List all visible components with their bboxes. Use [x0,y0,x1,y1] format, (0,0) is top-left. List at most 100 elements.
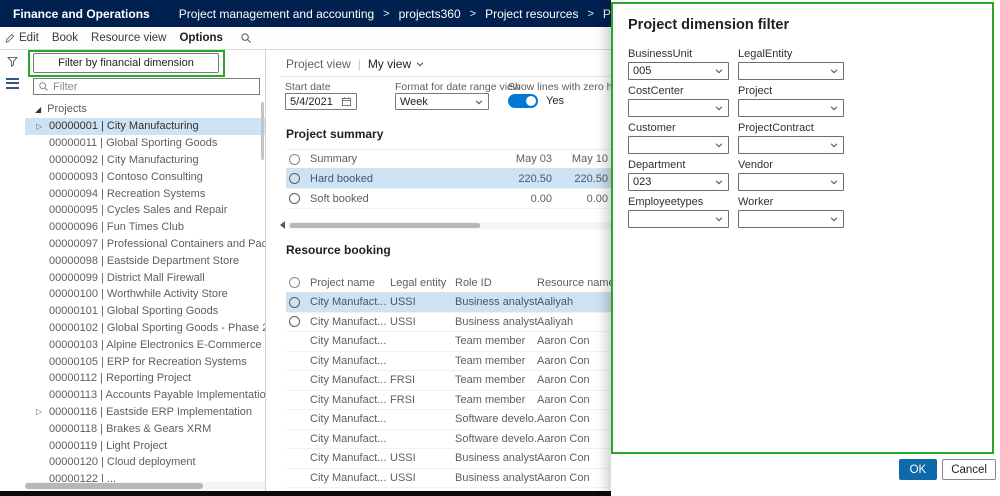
tree-item[interactable]: ▷ 00000098 | Eastside Department Store [25,252,265,269]
summary-name-cell: Hard booked [310,172,373,185]
tree-item[interactable]: ▷ 00000099 | District Mall Firewall [25,269,265,286]
breadcrumb-item[interactable]: Project management and accounting [179,7,374,21]
tree-item[interactable]: ▷ 00000101 | Global Sporting Goods [25,303,265,320]
tree-item[interactable]: ▷ 00000120 | Cloud deployment [25,454,265,471]
ok-button[interactable]: OK [898,459,938,480]
dimension-select[interactable]: 005 [628,62,729,80]
row-radio[interactable] [289,316,300,328]
edit-button[interactable]: Edit [4,32,39,44]
booking-row[interactable]: City Manufact... Software develo... Aaro… [286,430,642,449]
scrollbar-thumb[interactable] [25,483,203,489]
dimension-select[interactable]: 023 [628,173,729,191]
column-header-project-name[interactable]: Project name [310,277,390,289]
tree-root-projects[interactable]: ◢ Projects [25,100,265,118]
view-selector[interactable]: My view [368,57,425,71]
tree-item[interactable]: ▷ 00000011 | Global Sporting Goods [25,135,265,152]
cancel-button[interactable]: Cancel [942,459,996,480]
booking-row[interactable]: City Manufact... Software develo... Aaro… [286,410,642,430]
row-radio[interactable] [289,193,300,204]
dimension-select[interactable] [628,99,729,117]
tree-item[interactable]: ▷ 00000105 | ERP for Recreation Systems [25,353,265,370]
tree-item[interactable]: ▷ 00000001 | City Manufacturing [25,118,265,135]
book-button[interactable]: Book [52,32,78,44]
summary-horizontal-scrollbar[interactable] [280,221,616,229]
dimension-field: Employeetypes [628,196,729,228]
resource-view-button[interactable]: Resource view [91,32,166,44]
select-all-radio[interactable] [289,153,300,165]
breadcrumb-item[interactable]: projects360 [399,7,461,21]
tree-item[interactable]: ▷ 00000095 | Cycles Sales and Repair [25,202,265,219]
tree-item[interactable]: ▷ 00000092 | City Manufacturing [25,152,265,169]
tree-item[interactable]: ▷ 00000093 | Contoso Consulting [25,168,265,185]
booking-row[interactable]: City Manufact... USSI Business analyst A… [286,449,642,469]
filter-funnel-icon[interactable] [0,50,25,72]
tree-item[interactable]: ▷ 00000118 | Brakes & Gears XRM [25,420,265,437]
tree-item[interactable]: ▷ 00000112 | Reporting Project [25,370,265,387]
dimension-field-label: ProjectContract [738,122,814,134]
tree-vertical-scrollbar[interactable] [261,102,264,160]
resource-booking-heading: Resource booking [286,243,391,257]
tree-item[interactable]: ▷ 00000119 | Light Project [25,437,265,454]
dimension-select[interactable] [738,62,844,80]
booking-row[interactable]: City Manufact... FRSI Team member Aaron … [286,391,642,410]
summary-may10-cell: 0.00 [586,192,608,205]
row-radio[interactable] [289,296,300,308]
dimension-field-label: Customer [628,122,676,134]
scroll-left-arrow-icon[interactable] [280,221,285,229]
filter-by-financial-dimension-button[interactable]: Filter by financial dimension [33,53,219,73]
tree-filter-input[interactable] [53,80,255,93]
column-header-role-id[interactable]: Role ID [455,277,537,289]
tree-root-label: Projects [47,103,87,115]
column-header-summary[interactable]: Summary [310,153,478,165]
column-header-legal-entity[interactable]: Legal entity [390,277,455,289]
booking-row[interactable]: City Manufact... Team member Aaron Con [286,352,642,371]
dimension-select[interactable] [628,210,729,228]
booking-row[interactable]: City Manufact... USSI Business analyst A… [286,469,642,488]
booking-row[interactable]: City Manufact... FRSI Team member Aaron … [286,371,642,391]
row-radio[interactable] [289,173,300,184]
summary-row[interactable]: Soft booked 0.00 0.00 [286,189,616,209]
tree-item[interactable]: ▷ 00000116 | Eastside ERP Implementation [25,404,265,421]
start-date-value[interactable] [290,95,337,108]
search-icon[interactable] [240,32,252,44]
tree-item[interactable]: ▷ 00000094 | Recreation Systems [25,185,265,202]
column-header-may03[interactable]: May 03 [478,153,564,165]
dimension-select[interactable] [738,173,844,191]
tree-item[interactable]: ▷ 00000113 | Accounts Payable Implementa… [25,387,265,404]
tree-item[interactable]: ▷ 00000097 | Professional Containers and… [25,236,265,253]
select-all-radio[interactable] [289,277,300,288]
expand-arrow-icon[interactable]: ▷ [36,122,42,131]
start-date-input[interactable] [285,93,357,110]
legal-entity-cell: USSI [390,471,416,484]
summary-row[interactable]: Hard booked 220.50 220.50 [286,169,616,189]
zero-hours-toggle[interactable] [508,94,538,108]
booking-row[interactable]: City Manufact... USSI Business analyst A… [286,293,642,313]
calendar-icon[interactable] [341,96,352,107]
panel-toggle-icon[interactable] [0,72,25,94]
zero-hours-toggle-row: Yes [508,94,564,108]
project-name-cell: City Manufact... [310,335,387,348]
app-title[interactable]: Finance and Operations [0,7,163,21]
dimension-select[interactable] [738,136,844,154]
tree-horizontal-scrollbar[interactable] [25,482,265,490]
column-header-may10[interactable]: May 10 [564,153,612,165]
tree-item[interactable]: ▷ 00000103 | Alpine Electronics E-Commer… [25,336,265,353]
tree-item[interactable]: ▷ 00000096 | Fun Times Club [25,219,265,236]
booking-row[interactable]: City Manufact... Team member Aaron Con [286,332,642,352]
tree-item[interactable]: ▷ 00000100 | Worthwhile Activity Store [25,286,265,303]
dimension-select[interactable] [628,136,729,154]
expand-arrow-icon[interactable]: ▷ [36,407,42,416]
tree-item[interactable]: ▷ 00000102 | Global Sporting Goods - Pha… [25,320,265,337]
summary-header-row: Summary May 03 May 10 [286,149,616,169]
dimension-select[interactable] [738,99,844,117]
scrollbar-thumb[interactable] [290,222,480,228]
dimension-select[interactable] [738,210,844,228]
booking-row[interactable]: City Manufact... USSI Business analyst A… [286,313,642,332]
chevron-down-icon [829,140,839,150]
format-select[interactable]: Week [395,93,489,110]
toggle-knob [526,96,536,106]
breadcrumb-item[interactable]: Project resources [485,7,578,21]
options-tab[interactable]: Options [179,32,222,44]
collapse-arrow-icon[interactable]: ◢ [35,105,41,114]
scrollbar-track[interactable] [288,221,616,229]
